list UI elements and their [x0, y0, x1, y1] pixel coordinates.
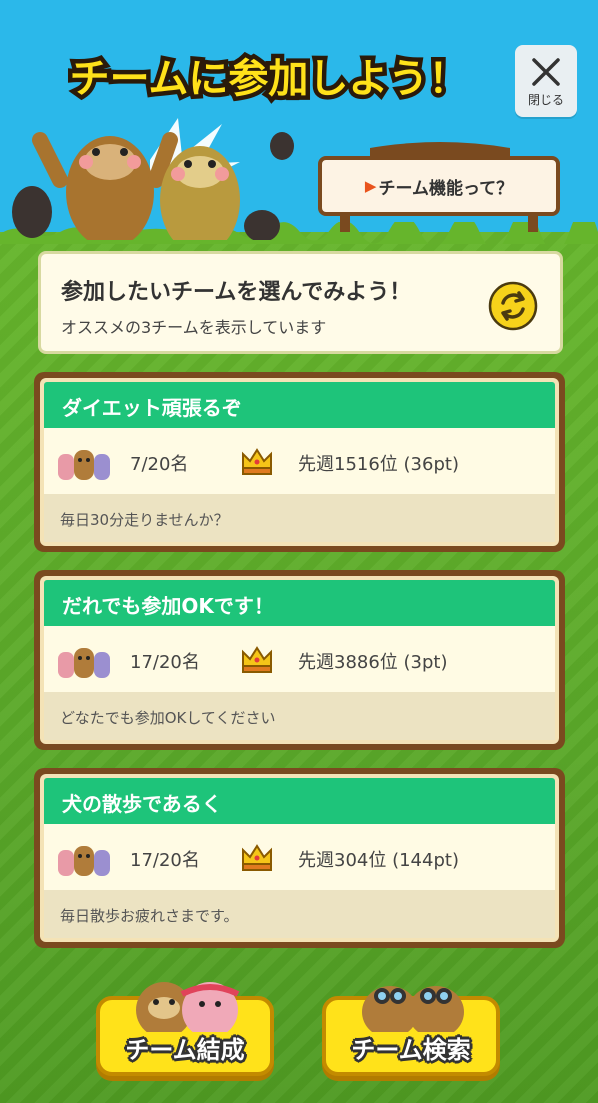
team-stats: 17/20名 先週304位 (144pt): [44, 824, 555, 890]
members-icon: [58, 648, 110, 678]
team-description: 毎日30分走りませんか？: [44, 494, 555, 542]
members-icon: [58, 846, 110, 876]
team-card[interactable]: ダイエット頑張るぞ 7/20名 先週1516位 (36pt) 毎日30分走りませ…: [34, 372, 565, 552]
crown-icon: [242, 448, 272, 475]
crown-icon: [242, 844, 272, 871]
weekly-rank: 先週304位 (144pt): [298, 850, 459, 871]
refresh-icon[interactable]: [488, 281, 538, 331]
team-description: どなたでも参加OKしてください: [44, 692, 555, 740]
team-card[interactable]: 犬の散歩であるく 17/20名 先週304位 (144pt) 毎日散歩お疲れさま…: [34, 768, 565, 948]
intro-subtext: オススメの3チームを表示しています: [61, 318, 327, 337]
close-icon: [532, 57, 560, 86]
team-name: だれでも参加OKです！: [44, 580, 555, 626]
otter-characters-icon: [136, 982, 240, 1032]
page-title: チームに参加しよう！: [65, 52, 473, 107]
intro-heading: 参加したいチームを選んでみよう！: [61, 280, 412, 305]
member-count: 17/20名: [130, 652, 200, 673]
create-team-label: チーム結成: [125, 1036, 245, 1064]
intro-panel: 参加したいチームを選んでみよう！ オススメの3チームを表示しています: [38, 251, 563, 354]
team-name: 犬の散歩であるく: [44, 778, 555, 824]
team-description: 毎日散歩お疲れさまです。: [44, 890, 555, 938]
svg-text:チームに参加しよう！: チームに参加しよう！: [70, 56, 469, 102]
team-feature-info-button[interactable]: ▶ チーム機能って？: [318, 156, 560, 216]
weekly-rank: 先週1516位 (36pt): [298, 454, 459, 475]
search-team-label: チーム検索: [351, 1036, 471, 1064]
team-card[interactable]: だれでも参加OKです！ 17/20名 先週3886位 (3pt) どなたでも参加…: [34, 570, 565, 750]
binocular-otters-icon: [362, 986, 464, 1032]
team-stats: 7/20名 先週1516位 (36pt): [44, 428, 555, 494]
create-team-button[interactable]: チーム結成: [96, 982, 274, 1078]
member-count: 17/20名: [130, 850, 200, 871]
member-count: 7/20名: [130, 454, 189, 475]
team-name: ダイエット頑張るぞ: [44, 382, 555, 428]
weekly-rank: 先週3886位 (3pt): [298, 652, 448, 673]
play-arrow-icon: ▶: [364, 177, 377, 195]
search-team-button[interactable]: チーム検索: [322, 986, 500, 1078]
team-stats: 17/20名 先週3886位 (3pt): [44, 626, 555, 692]
crown-icon: [242, 646, 272, 673]
members-icon: [58, 450, 110, 480]
team-feature-info-label: チーム機能って？: [378, 178, 514, 199]
